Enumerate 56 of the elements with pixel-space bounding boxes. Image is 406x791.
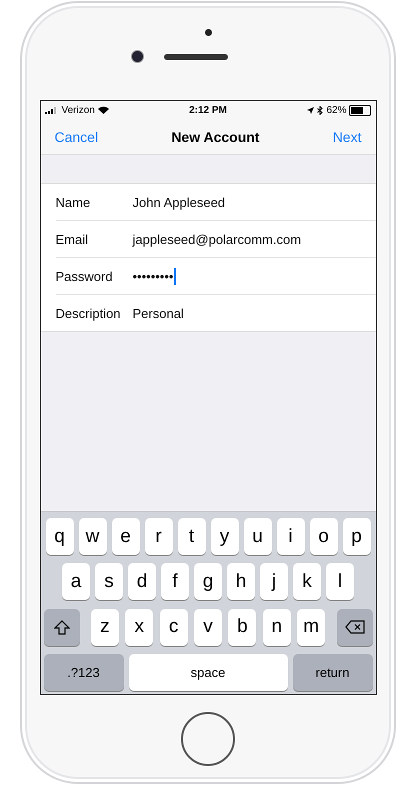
letter-key[interactable]: g: [194, 563, 222, 600]
text-field[interactable]: Personal: [132, 306, 184, 320]
text-field[interactable]: jappleseed@polarcomm.com: [132, 232, 302, 246]
shift-key[interactable]: [44, 608, 80, 646]
letter-key[interactable]: j: [260, 563, 288, 600]
letter-key[interactable]: b: [228, 608, 256, 646]
letter-key[interactable]: r: [144, 518, 172, 555]
backspace-icon: [344, 620, 364, 634]
status-time: 2:12 PM: [189, 104, 227, 116]
letter-key[interactable]: x: [125, 608, 154, 646]
delete-key[interactable]: [336, 608, 372, 646]
letter-key[interactable]: w: [78, 518, 106, 555]
battery-percent: 62%: [326, 104, 346, 116]
carrier-name: Verizon: [62, 104, 95, 116]
letter-key[interactable]: y: [210, 518, 238, 555]
letter-key[interactable]: k: [293, 563, 321, 600]
return-key[interactable]: return: [292, 654, 372, 691]
letter-key[interactable]: o: [310, 518, 338, 555]
field-label: Password: [56, 268, 114, 284]
letter-key[interactable]: d: [128, 563, 156, 600]
letter-key[interactable]: l: [326, 563, 354, 600]
letter-key[interactable]: i: [276, 518, 304, 555]
home-button[interactable]: [181, 712, 235, 766]
shift-arrow-icon: [54, 620, 70, 635]
cancel-button[interactable]: Cancel: [54, 128, 98, 144]
letter-key[interactable]: t: [178, 518, 206, 555]
letter-key[interactable]: z: [90, 608, 119, 646]
numbers-key[interactable]: .?123: [44, 654, 124, 691]
sensor-icon: [204, 29, 212, 36]
letter-key[interactable]: a: [62, 563, 90, 600]
text-field[interactable]: John Appleseed: [132, 194, 226, 210]
letter-key[interactable]: s: [95, 563, 123, 600]
location-icon: [307, 106, 314, 114]
field-label: Name: [56, 194, 92, 210]
letter-key[interactable]: p: [342, 518, 370, 555]
nav-title: New Account: [171, 128, 260, 144]
next-button[interactable]: Next: [332, 128, 362, 144]
text-field[interactable]: •••••••••: [132, 268, 174, 284]
field-label: Description: [56, 306, 122, 320]
letter-key[interactable]: f: [161, 563, 189, 600]
field-label: Email: [56, 232, 90, 246]
letter-key[interactable]: m: [297, 608, 326, 646]
speaker-icon: [164, 54, 228, 60]
letter-key[interactable]: e: [112, 518, 140, 555]
bluetooth-icon: [317, 106, 324, 114]
letter-key[interactable]: h: [227, 563, 255, 600]
wifi-icon: [98, 106, 109, 114]
letter-key[interactable]: q: [46, 518, 74, 555]
battery-icon: [349, 104, 372, 116]
letter-key[interactable]: n: [262, 608, 291, 646]
camera-icon: [130, 50, 144, 63]
signal-icon: [44, 106, 58, 114]
space-key[interactable]: space: [128, 654, 288, 691]
letter-key[interactable]: v: [194, 608, 222, 646]
letter-key[interactable]: c: [160, 608, 188, 646]
letter-key[interactable]: u: [244, 518, 272, 555]
